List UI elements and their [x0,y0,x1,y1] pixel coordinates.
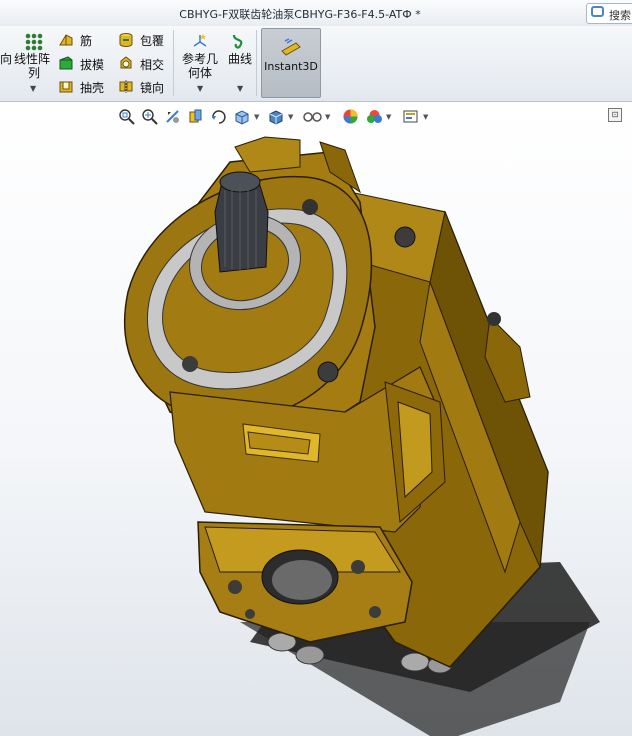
ribbon-separator [173,30,174,96]
curves-icon [232,34,243,49]
features-ribbon: 向 线性阵 列 ▼ 筋 拔模 抽壳 包覆 相交 镜向 参考几 何体 ▼ 曲线 ▼… [0,26,632,102]
graphics-area[interactable]: ▼ ▼ ▼ ▼ ▼ ⊡ [0,102,632,736]
shell-icon [59,81,73,93]
mirror-label: 镜向 [140,81,165,95]
rib-icon [59,34,73,46]
reference-geometry-icon [193,34,207,47]
shell-label: 抽壳 [80,81,105,95]
linear-pattern-label-line2: 列 [28,66,41,80]
wrap-icon [119,33,133,47]
instant3d-button[interactable]: Instant3D [261,28,321,98]
rib-label: 筋 [80,34,93,48]
draft-icon [59,56,73,70]
reference-geometry-dropdown-icon[interactable]: ▼ [197,84,203,93]
search-label: 搜索 [609,9,631,22]
instant3d-icon [281,38,301,56]
title-bar: CBHYG-F双联齿轮油泵CBHYG-F36-F4.5-ATФ * 搜索 [0,0,632,27]
search-icon [591,6,604,17]
instant3d-label: Instant3D [264,60,318,73]
ribbon-separator-2 [256,30,257,96]
search-box[interactable]: 搜索 [586,3,632,24]
draft-label: 拔模 [80,58,105,72]
linear-pattern-dropdown-icon[interactable]: ▼ [30,84,36,93]
intersect-label: 相交 [140,58,165,72]
curves-dropdown-icon[interactable]: ▼ [237,84,243,93]
mirror-icon [119,80,133,93]
curves-label: 曲线 [228,52,253,66]
partial-command-label[interactable]: 向 [0,50,12,67]
intersect-icon [120,56,132,69]
reference-geometry-label-line2: 何体 [188,66,213,80]
gear-pump-model[interactable] [0,102,632,736]
window-title: CBHYG-F双联齿轮油泵CBHYG-F36-F4.5-ATФ * [179,8,421,21]
linear-pattern-icon [25,33,43,51]
wrap-label: 包覆 [140,34,165,48]
